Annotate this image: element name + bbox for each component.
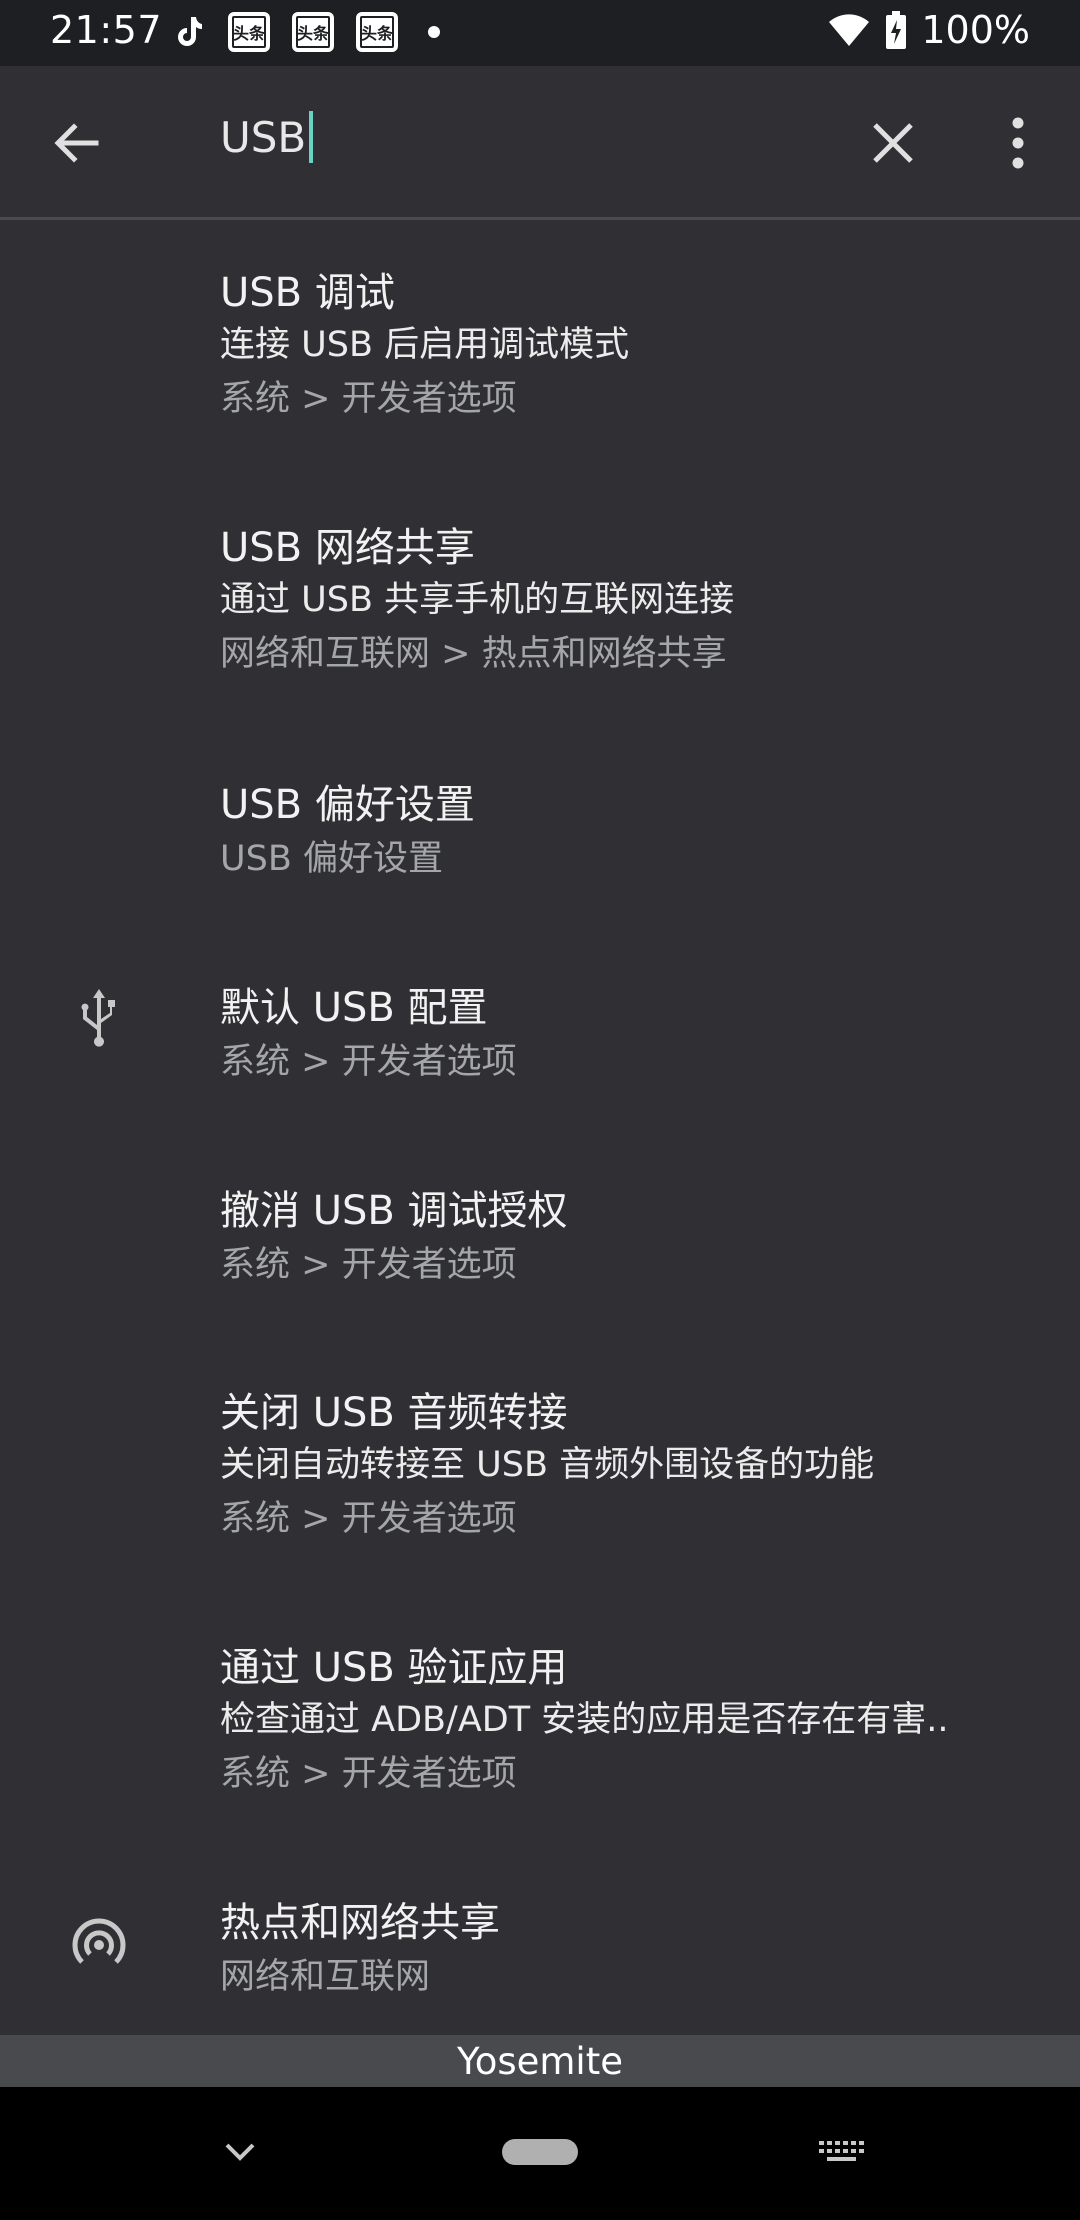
result-item[interactable]: 通过 USB 验证应用 检查通过 ADB/ADT 安装的应用是否存在有害.. 系…	[0, 1635, 1080, 1875]
navigation-bar	[0, 2087, 1080, 2220]
result-path: 系统 > 开发者选项	[220, 1245, 517, 1285]
keyboard-label: Yosemite	[457, 2039, 623, 2083]
hide-keyboard-button[interactable]	[215, 2127, 265, 2177]
battery-percent: 100%	[921, 8, 1030, 52]
chevron-down-icon	[225, 2143, 255, 2161]
wifi-icon	[829, 14, 870, 46]
search-input[interactable]: USB	[220, 111, 314, 163]
back-button[interactable]	[44, 110, 110, 176]
keyboard-icon	[819, 2141, 864, 2161]
result-item[interactable]: USB 网络共享 通过 USB 共享手机的互联网连接 网络和互联网 > 热点和网…	[0, 515, 1080, 755]
result-summary: 连接 USB 后启用调试模式	[220, 325, 630, 365]
result-path: 系统 > 开发者选项	[220, 1042, 517, 1082]
result-summary: 通过 USB 共享手机的互联网连接	[220, 580, 735, 620]
hotspot-icon	[66, 1912, 132, 1978]
result-path: 网络和互联网 > 热点和网络共享	[220, 634, 727, 674]
search-toolbar: USB	[0, 66, 1080, 220]
status-time: 21:57	[50, 8, 163, 52]
result-item[interactable]: USB 调试 连接 USB 后启用调试模式 系统 > 开发者选项	[0, 260, 1080, 500]
toutiao-icon: 头条	[356, 12, 398, 52]
result-title: USB 偏好设置	[220, 782, 475, 828]
toutiao-icon: 头条	[228, 12, 270, 52]
result-path: 系统 > 开发者选项	[220, 1499, 517, 1539]
more-vert-icon	[1012, 117, 1024, 169]
result-title: 默认 USB 配置	[220, 985, 488, 1031]
result-title: USB 调试	[220, 270, 395, 316]
result-item[interactable]: 热点和网络共享 网络和互联网	[0, 1890, 1080, 2040]
result-title: USB 网络共享	[220, 525, 475, 571]
result-path: 系统 > 开发者选项	[220, 379, 517, 419]
battery-charging-icon	[886, 11, 907, 49]
usb-icon	[66, 985, 132, 1051]
result-item[interactable]: 撤消 USB 调试授权 系统 > 开发者选项	[0, 1178, 1080, 1358]
notification-icons: 头条 头条 头条	[172, 12, 440, 52]
result-title: 撤消 USB 调试授权	[220, 1188, 568, 1234]
keyboard-switch-button[interactable]	[815, 2127, 865, 2177]
result-summary: 关闭自动转接至 USB 音频外围设备的功能	[220, 1445, 875, 1485]
more-notifications-dot	[428, 26, 440, 38]
result-title: 关闭 USB 音频转接	[220, 1390, 568, 1436]
tiktok-icon	[172, 12, 206, 52]
search-query: USB	[220, 112, 307, 162]
result-path: 网络和互联网	[220, 1957, 431, 1997]
result-path: USB 偏好设置	[220, 839, 443, 879]
home-pill-button[interactable]	[502, 2139, 578, 2165]
status-bar: 21:57 头条 头条 头条 100%	[0, 0, 1080, 66]
result-title: 热点和网络共享	[220, 1900, 500, 1946]
arrow-back-icon	[54, 123, 99, 163]
keyboard-label-bar: Yosemite	[0, 2035, 1080, 2087]
result-summary: 检查通过 ADB/ADT 安装的应用是否存在有害..	[220, 1700, 949, 1740]
result-item[interactable]: USB 偏好设置 USB 偏好设置	[0, 772, 1080, 952]
status-right: 100%	[827, 8, 1030, 52]
close-icon	[873, 123, 913, 163]
clear-search-button[interactable]	[860, 110, 926, 176]
result-item[interactable]: 关闭 USB 音频转接 关闭自动转接至 USB 音频外围设备的功能 系统 > 开…	[0, 1380, 1080, 1620]
more-options-button[interactable]	[988, 110, 1048, 176]
text-caret	[309, 111, 314, 163]
result-path: 系统 > 开发者选项	[220, 1754, 517, 1794]
result-item[interactable]: 默认 USB 配置 系统 > 开发者选项	[0, 975, 1080, 1155]
result-title: 通过 USB 验证应用	[220, 1645, 568, 1691]
toutiao-icon: 头条	[292, 12, 334, 52]
